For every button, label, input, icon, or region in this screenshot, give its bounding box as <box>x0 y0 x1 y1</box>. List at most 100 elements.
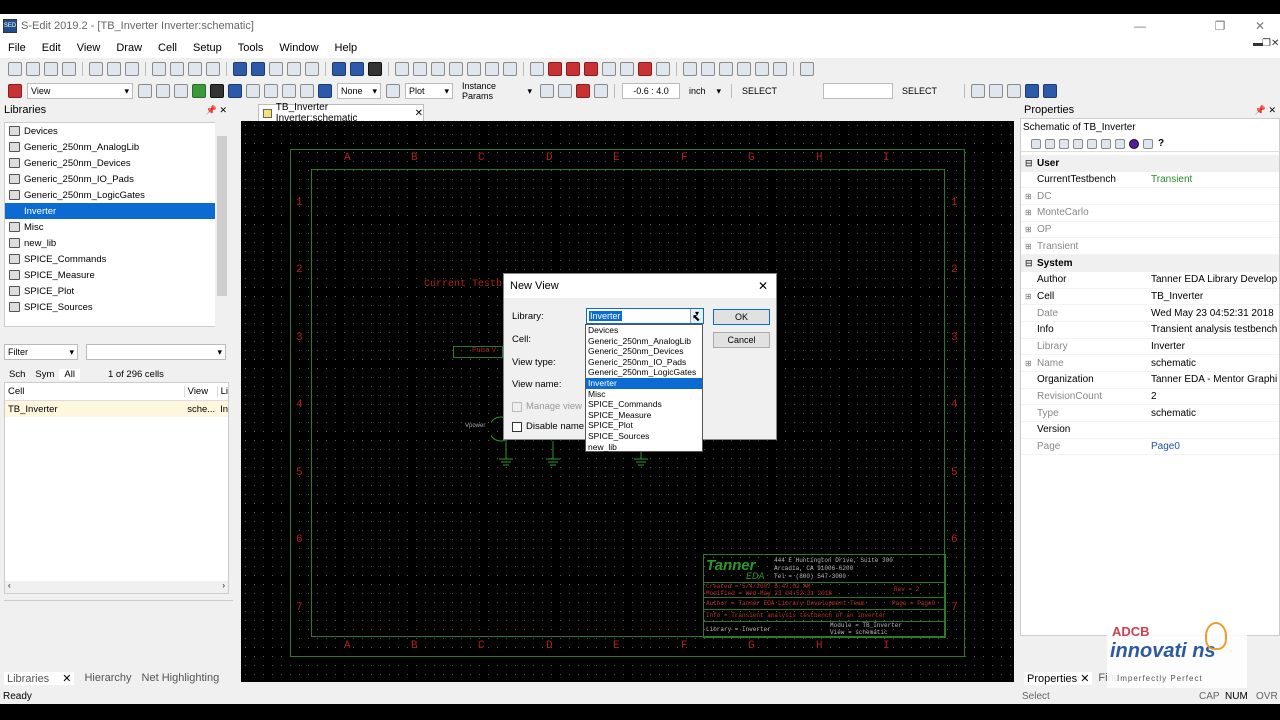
move-up-icon[interactable] <box>1059 138 1069 149</box>
dropdown-option[interactable]: SPICE_Commands <box>586 399 702 410</box>
column-view[interactable]: View <box>185 386 218 397</box>
library-item[interactable]: SPICE_Sources <box>5 299 228 315</box>
doc-tab[interactable]: TB_Inverter Inverter:schematic ✕ <box>258 102 424 124</box>
pencil-icon[interactable] <box>971 84 985 98</box>
filter-input[interactable]: ▾ <box>86 344 226 360</box>
property-row[interactable]: Type schematic <box>1021 405 1279 422</box>
none-combo[interactable]: None ▾ <box>337 83 381 99</box>
tab-sym[interactable]: Sym <box>30 369 59 380</box>
i-icon[interactable] <box>1025 84 1039 98</box>
pin-close-icons[interactable]: 📌 ✕ <box>1255 105 1276 116</box>
plot-combo[interactable]: Plot ▾ <box>405 83 453 99</box>
select-field-2[interactable]: SELECT <box>899 83 957 99</box>
property-row[interactable]: RevisionCount 2 <box>1021 389 1279 406</box>
tab-properties[interactable]: Properties ✕ <box>1024 671 1093 685</box>
grid-icon[interactable] <box>170 62 184 76</box>
marker-icon[interactable] <box>282 84 296 98</box>
library-item[interactable]: SPICE_Plot <box>5 283 228 299</box>
symbol-icon[interactable] <box>332 62 346 76</box>
pop-out-icon[interactable] <box>287 62 301 76</box>
property-row[interactable]: ⊞ Transient <box>1021 238 1279 256</box>
mdi-restore-button[interactable]: ❐ <box>1262 38 1271 49</box>
dropdown-option[interactable]: SPICE_Plot <box>586 420 702 431</box>
property-section[interactable]: ⊟ System <box>1021 255 1279 272</box>
dropdown-option[interactable]: Generic_250nm_AnalogLib <box>586 336 702 347</box>
dropdown-option[interactable]: Generic_250nm_IO_Pads <box>586 357 702 368</box>
new-cell-icon[interactable] <box>26 62 40 76</box>
property-row[interactable]: ⊞ Name schematic <box>1021 355 1279 372</box>
wire-icon[interactable] <box>558 84 572 98</box>
property-row[interactable]: ⊞ DC <box>1021 188 1279 206</box>
global-port-icon[interactable] <box>755 62 769 76</box>
menu-file[interactable]: File <box>0 42 34 54</box>
tab-all[interactable]: All <box>59 368 80 380</box>
property-row[interactable]: Page Page0 <box>1021 439 1279 456</box>
hierarchy-icon[interactable] <box>305 62 319 76</box>
close-icon[interactable]: ✕ <box>415 108 423 119</box>
column-cell[interactable]: Cell <box>5 386 185 397</box>
pulse-source[interactable]: Pulse V <box>453 346 503 358</box>
save-icon[interactable] <box>62 62 76 76</box>
menu-help[interactable]: Help <box>327 42 366 54</box>
menu-window[interactable]: Window <box>271 42 326 54</box>
m-icon[interactable] <box>1043 84 1057 98</box>
dropdown-option[interactable]: new_lib <box>586 442 702 453</box>
ground-icon[interactable] <box>620 62 634 76</box>
property-icon[interactable] <box>800 62 814 76</box>
expand-icon[interactable]: ⊞ <box>1025 292 1032 301</box>
minimize-button[interactable]: — <box>1120 14 1160 38</box>
menu-setup[interactable]: Setup <box>185 42 230 54</box>
new-icon[interactable] <box>8 62 22 76</box>
units-combo[interactable]: inch ▾ <box>686 83 724 99</box>
select-field-blank[interactable] <box>823 83 893 99</box>
mdi-close-button[interactable]: ✕ <box>1271 38 1279 49</box>
property-row[interactable]: CurrentTestbench Transient <box>1021 172 1279 189</box>
schematic-icon[interactable] <box>350 62 364 76</box>
scroll-left-icon[interactable]: ‹ <box>8 581 11 593</box>
filter-icon[interactable] <box>1101 138 1111 149</box>
library-scrollbar[interactable] <box>215 122 229 327</box>
measure-icon[interactable] <box>174 84 188 98</box>
property-section[interactable]: ⊟ User <box>1021 155 1279 172</box>
expand-icon[interactable]: ⊞ <box>1025 209 1032 217</box>
net-label-icon[interactable] <box>602 62 616 76</box>
wire-tool-icon[interactable] <box>530 62 544 76</box>
paste-icon[interactable] <box>125 62 139 76</box>
dropdown-option[interactable]: SPICE_Sources <box>586 431 702 442</box>
property-row[interactable]: Author Tanner EDA Library Develop <box>1021 272 1279 289</box>
text-port-icon[interactable] <box>773 62 787 76</box>
t-spice-icon[interactable] <box>228 84 242 98</box>
library-select[interactable]: Inverter ▾ <box>586 308 704 324</box>
tab-net-highlighting[interactable]: Net Highlighting <box>142 672 220 684</box>
expand-icon[interactable]: ⊞ <box>1025 359 1032 368</box>
table-row[interactable]: TB_Inverter sche... In <box>5 401 228 417</box>
add-property-icon[interactable] <box>1031 138 1041 149</box>
p-icon[interactable] <box>318 84 332 98</box>
delete-property-icon[interactable] <box>1045 138 1055 149</box>
cancel-button[interactable]: Cancel <box>713 332 770 348</box>
duplicate-icon[interactable] <box>152 62 166 76</box>
port-in-icon[interactable] <box>683 62 697 76</box>
line-tool-icon[interactable] <box>449 62 463 76</box>
library-item[interactable]: Misc <box>5 219 228 235</box>
sort-icon[interactable] <box>1073 138 1083 149</box>
column-lib[interactable]: Li <box>218 386 228 397</box>
instance-params-combo[interactable]: Instance Params ▾ <box>459 81 535 101</box>
text-tool-icon[interactable] <box>485 62 499 76</box>
collapse-icon[interactable]: ⊟ <box>1025 258 1033 269</box>
antenna-icon[interactable] <box>656 62 670 76</box>
library-item[interactable]: SPICE_Measure <box>5 267 228 283</box>
undo-icon[interactable] <box>188 62 202 76</box>
library-item[interactable]: SPICE_Commands <box>5 251 228 267</box>
net-tool-icon[interactable] <box>548 62 562 76</box>
back-icon[interactable] <box>233 62 247 76</box>
library-item[interactable]: Inverter <box>5 203 228 219</box>
tab-libraries[interactable]: Libraries ✕ <box>4 671 75 685</box>
waveform-icon[interactable] <box>246 84 260 98</box>
property-row[interactable]: Organization Tanner EDA - Mentor Graphi <box>1021 372 1279 389</box>
property-row[interactable]: Date Wed May 23 04:52:31 2018 <box>1021 305 1279 322</box>
menu-edit[interactable]: Edit <box>34 42 69 54</box>
forward-icon[interactable] <box>251 62 265 76</box>
filter-combo[interactable]: Filter ▾ <box>4 344 78 360</box>
ok-button[interactable]: OK <box>713 309 770 325</box>
